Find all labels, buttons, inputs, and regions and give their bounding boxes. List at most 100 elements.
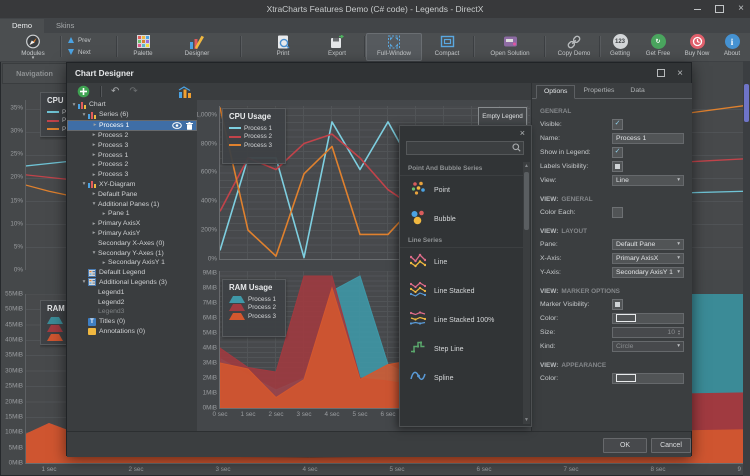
tree-item[interactable]: ▾XY-Diagram	[67, 180, 197, 190]
checkbox[interactable]: ✓	[612, 119, 623, 130]
get-free-button[interactable]: ↻ Get Free	[639, 34, 677, 60]
popup-scrollbar-thumb[interactable]	[524, 172, 529, 230]
tab-properties[interactable]: Properties	[575, 84, 622, 98]
series-type-item[interactable]: Line	[400, 248, 526, 277]
tree-item[interactable]: ▸Process 3	[67, 140, 197, 150]
modules-button[interactable]: Modules ▾	[8, 34, 58, 60]
tree-item[interactable]: ▸Process 1	[67, 120, 197, 131]
tree-item[interactable]: Default Legend	[67, 268, 197, 278]
cpu-usage-legend[interactable]: CPU UsageProcess 1Process 2Process 3	[222, 108, 286, 164]
close-icon[interactable]: ×	[738, 4, 744, 14]
chart-type-button[interactable]	[178, 86, 192, 98]
navigation-panel-header[interactable]: Navigation	[2, 63, 67, 84]
dropdown[interactable]: Default Pane▾	[612, 239, 684, 250]
export-button[interactable]: Export	[312, 34, 362, 60]
dropdown[interactable]: Line▾	[612, 175, 684, 186]
search-input[interactable]	[407, 145, 512, 152]
chevron-right-icon[interactable]: ▸	[90, 172, 98, 178]
tree-item[interactable]: ▸Secondary AxisY 1	[67, 258, 197, 268]
tree-item[interactable]: Legend3	[67, 307, 197, 317]
tree-item[interactable]: Secondary X-Axes (0)	[67, 238, 197, 248]
prev-button[interactable]: Prev	[64, 35, 114, 45]
chevron-right-icon[interactable]: ▸	[100, 211, 108, 217]
tab-demo[interactable]: Demo	[0, 19, 44, 33]
chevron-right-icon[interactable]: ▸	[90, 221, 98, 227]
chevron-right-icon[interactable]: ▸	[90, 162, 98, 168]
chevron-down-icon[interactable]: ▾	[70, 102, 78, 108]
chevron-right-icon[interactable]: ▸	[91, 122, 99, 128]
tree-item[interactable]: Annotations (0)	[67, 327, 197, 337]
chevron-down-icon[interactable]: ▾	[80, 181, 88, 187]
getting-started-button[interactable]: 123 Getting	[602, 34, 638, 60]
tab-data[interactable]: Data	[622, 84, 652, 98]
page-scrollbar[interactable]	[743, 61, 750, 476]
scroll-down-icon[interactable]: ▼	[523, 417, 530, 423]
tree-item[interactable]: ▾Additional Panes (1)	[67, 199, 197, 209]
tree-item[interactable]: ▸Process 2	[67, 131, 197, 141]
tree-item[interactable]: ▸Pane 1	[67, 209, 197, 219]
text-input[interactable]: Process 1	[612, 133, 684, 144]
tree-item[interactable]: ▸Primary AxisX	[67, 219, 197, 229]
tree-item[interactable]: Legend1	[67, 287, 197, 297]
minimize-icon[interactable]	[694, 9, 701, 10]
series-type-item[interactable]: Step Line	[400, 335, 526, 364]
series-type-item[interactable]: Line Stacked	[400, 277, 526, 306]
designer-button[interactable]: Designer	[170, 34, 224, 60]
dropdown[interactable]: Secondary AxisY 1▾	[612, 267, 684, 278]
undo-button[interactable]: ↶	[111, 87, 119, 97]
buy-now-button[interactable]: Buy Now	[678, 34, 716, 60]
delete-trash-icon[interactable]	[186, 122, 193, 130]
palette-button[interactable]: Palette	[120, 34, 166, 60]
chevron-right-icon[interactable]: ▸	[90, 191, 98, 197]
checkbox[interactable]: ✓	[612, 147, 623, 158]
chevron-down-icon[interactable]: ▾	[90, 250, 98, 256]
dropdown[interactable]: Primary AxisX▾	[612, 253, 684, 264]
color-picker[interactable]	[612, 313, 684, 324]
popup-close-icon[interactable]: ×	[520, 128, 525, 138]
tree-item[interactable]: ▾Secondary Y-Axes (1)	[67, 248, 197, 258]
chevron-right-icon[interactable]: ▸	[90, 152, 98, 158]
cancel-button[interactable]: Cancel	[651, 438, 691, 453]
series-type-item[interactable]: Bubble	[400, 205, 526, 234]
scroll-up-icon[interactable]: ▲	[523, 163, 530, 169]
next-button[interactable]: Next	[64, 47, 114, 57]
maximize-icon[interactable]	[715, 5, 724, 13]
tab-skins[interactable]: Skins	[44, 19, 86, 33]
visibility-eye-icon[interactable]	[172, 122, 182, 129]
dialog-close-icon[interactable]: ×	[677, 68, 683, 79]
ok-button[interactable]: OK	[603, 438, 647, 453]
checkbox[interactable]	[612, 299, 623, 310]
compact-button[interactable]: Compact	[424, 34, 470, 60]
series-type-item[interactable]: Point	[400, 176, 526, 205]
checkbox[interactable]	[612, 161, 623, 172]
chevron-down-icon[interactable]: ▾	[80, 279, 88, 285]
print-button[interactable]: Print	[258, 34, 308, 60]
chevron-right-icon[interactable]: ▸	[90, 230, 98, 236]
checkbox[interactable]	[612, 207, 623, 218]
full-window-button[interactable]: Full-Window	[366, 33, 422, 61]
tree-item[interactable]: ▾Series (6)	[67, 110, 197, 120]
series-type-item[interactable]: Spline	[400, 364, 526, 393]
popup-scrollbar[interactable]: ▲ ▼	[523, 162, 530, 424]
tree-item[interactable]: TTitles (0)	[67, 317, 197, 327]
tree-item[interactable]: ▸Process 2	[67, 160, 197, 170]
page-scrollbar-thumb[interactable]	[744, 84, 749, 122]
add-item-button[interactable]	[77, 85, 90, 98]
tree-item[interactable]: ▾Additional Legends (3)	[67, 278, 197, 288]
dialog-maximize-icon[interactable]	[657, 69, 665, 77]
chevron-down-icon[interactable]: ▾	[80, 112, 88, 118]
tree-item[interactable]: Legend2	[67, 297, 197, 307]
about-button[interactable]: i About	[716, 34, 748, 60]
tree-item[interactable]: ▾Chart	[67, 100, 197, 110]
series-type-item[interactable]: Line Stacked 100%	[400, 306, 526, 335]
tab-options[interactable]: Options	[536, 85, 575, 99]
tree-item[interactable]: ▸Process 1	[67, 150, 197, 160]
tree-item[interactable]: ▸Process 3	[67, 170, 197, 180]
color-picker[interactable]	[612, 373, 684, 384]
copy-demo-button[interactable]: Copy Demo	[546, 34, 602, 60]
redo-button[interactable]: ↷	[129, 87, 137, 97]
chevron-right-icon[interactable]: ▸	[90, 142, 98, 148]
chevron-right-icon[interactable]: ▸	[100, 260, 108, 266]
tree-item[interactable]: ▸Primary AxisY	[67, 229, 197, 239]
ram-usage-legend[interactable]: RAM UsageProcess 1Process 2Process 3	[222, 279, 286, 337]
